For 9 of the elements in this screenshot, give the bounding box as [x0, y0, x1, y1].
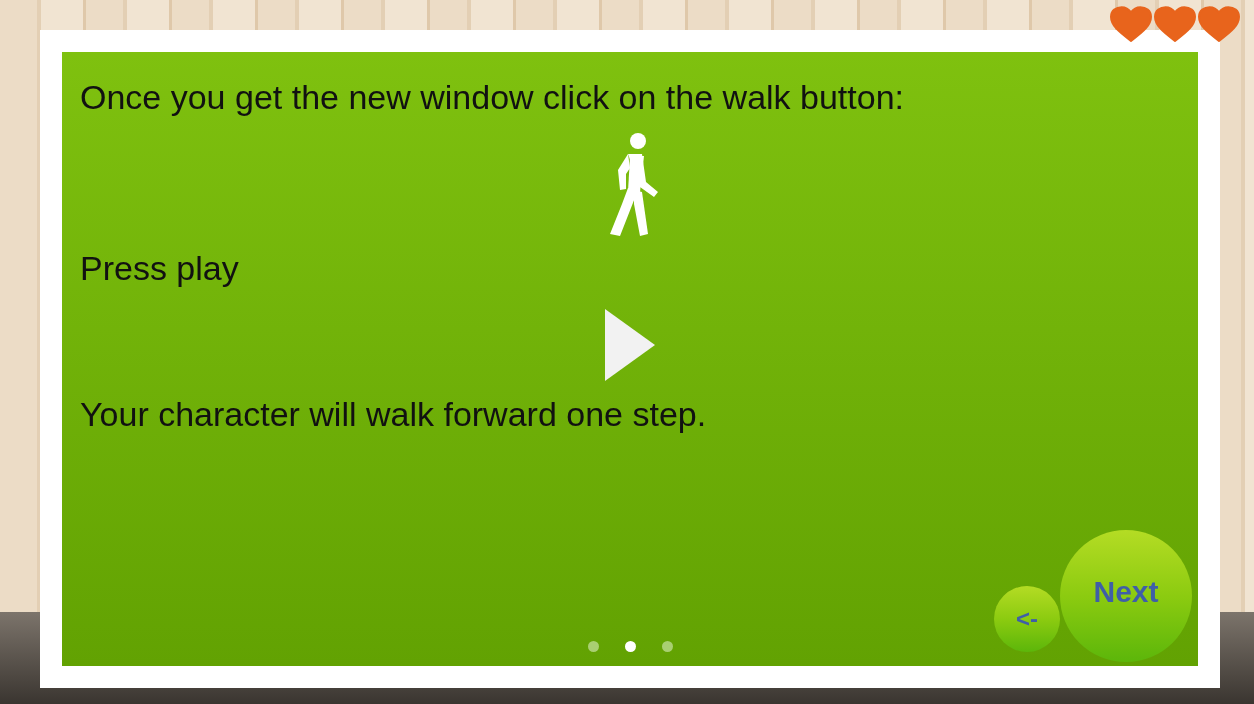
page-dot[interactable]: [624, 641, 636, 652]
page-dot[interactable]: [587, 641, 599, 652]
instruction-text: Once you get the new window click on the walk button:: [80, 77, 906, 118]
instruction-text: Your character will walk forward one step.: [80, 394, 708, 435]
next-button[interactable]: Next: [1060, 530, 1192, 662]
page-dot[interactable]: [661, 641, 673, 652]
back-button[interactable]: <-: [994, 586, 1060, 652]
instruction-text: Press play: [80, 248, 240, 289]
play-icon: [603, 307, 657, 383]
